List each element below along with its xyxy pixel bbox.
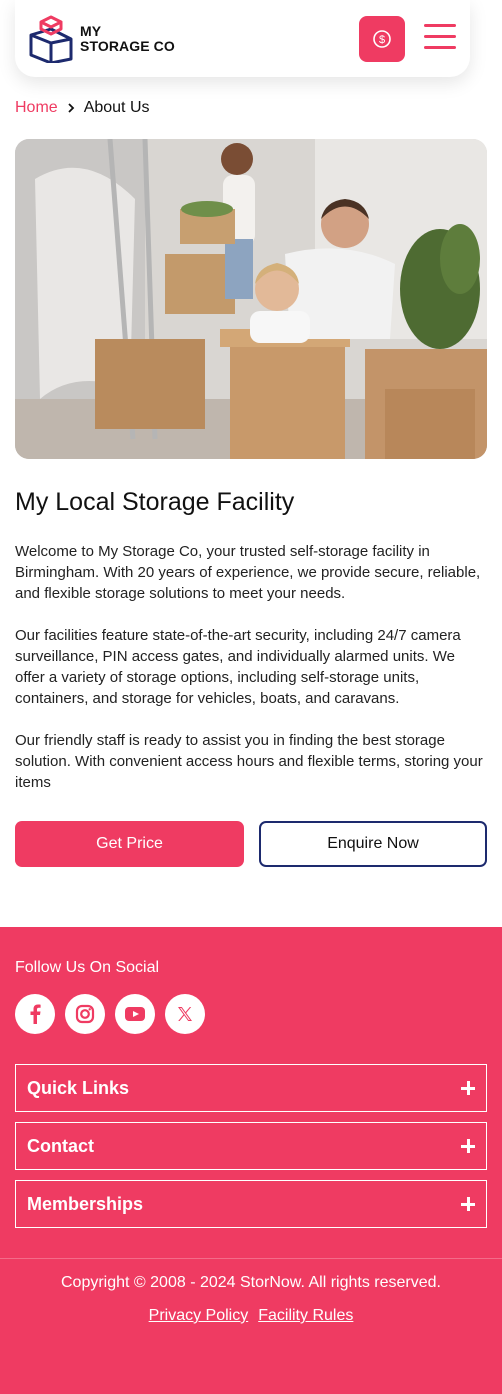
hamburger-line [424,35,456,38]
follow-heading: Follow Us On Social [15,959,160,976]
plus-icon [461,1139,475,1153]
plus-icon [461,1197,475,1211]
dollar-circle-icon: $ [373,30,391,48]
hamburger-line [424,24,456,27]
facebook-icon[interactable] [15,994,55,1034]
logo-line-2: STORAGE CO [80,38,175,54]
x-icon[interactable] [165,994,205,1034]
accordion-quick-links[interactable]: Quick Links [15,1064,487,1112]
about-paragraph: Our facilities feature state-of-the-art … [15,627,461,707]
price-button[interactable]: $ [359,16,405,62]
logo-text: MY STORAGE CO [80,24,175,54]
logo-box-icon [29,15,73,63]
copyright-text: Copyright © 2008 - 2024 StorNow. All rig… [61,1274,441,1291]
plus-icon [461,1081,475,1095]
logo-line-1: MY [80,23,102,39]
breadcrumb-current: About Us [83,99,150,116]
breadcrumb: Home About Us [15,99,150,117]
page-title: My Local Storage Facility [15,488,295,516]
accordion-label: Contact [27,1135,94,1156]
social-links [15,994,215,1034]
accordion-contact[interactable]: Contact [15,1122,487,1170]
site-footer: Follow Us On Social Quick Links Contact … [0,927,502,1394]
chevron-right-icon [67,103,75,113]
logo[interactable]: MY STORAGE CO [29,15,175,63]
youtube-icon[interactable] [115,994,155,1034]
hero-image [15,139,487,459]
accordion-label: Quick Links [27,1077,130,1098]
instagram-icon[interactable] [65,994,105,1034]
menu-button[interactable] [424,24,456,52]
about-paragraph: Our friendly staff is ready to assist yo… [15,732,483,791]
about-paragraph: Welcome to My Storage Co, your trusted s… [15,543,481,602]
legal-links: Privacy Policy Facility Rules [0,1307,502,1325]
svg-text:$: $ [379,34,385,46]
breadcrumb-home-link[interactable]: Home [15,99,58,117]
hamburger-line [424,46,456,49]
footer-divider [0,1258,502,1259]
enquire-now-button[interactable]: Enquire Now [259,821,487,867]
get-price-button[interactable]: Get Price [15,821,244,867]
privacy-policy-link[interactable]: Privacy Policy [149,1307,249,1325]
about-text: Welcome to My Storage Co, your trusted s… [15,541,487,814]
facility-rules-link[interactable]: Facility Rules [258,1307,353,1325]
accordion-memberships[interactable]: Memberships [15,1180,487,1228]
accordion-label: Memberships [27,1193,144,1214]
site-header: MY STORAGE CO $ [15,0,470,77]
hero-illustration [15,139,487,459]
